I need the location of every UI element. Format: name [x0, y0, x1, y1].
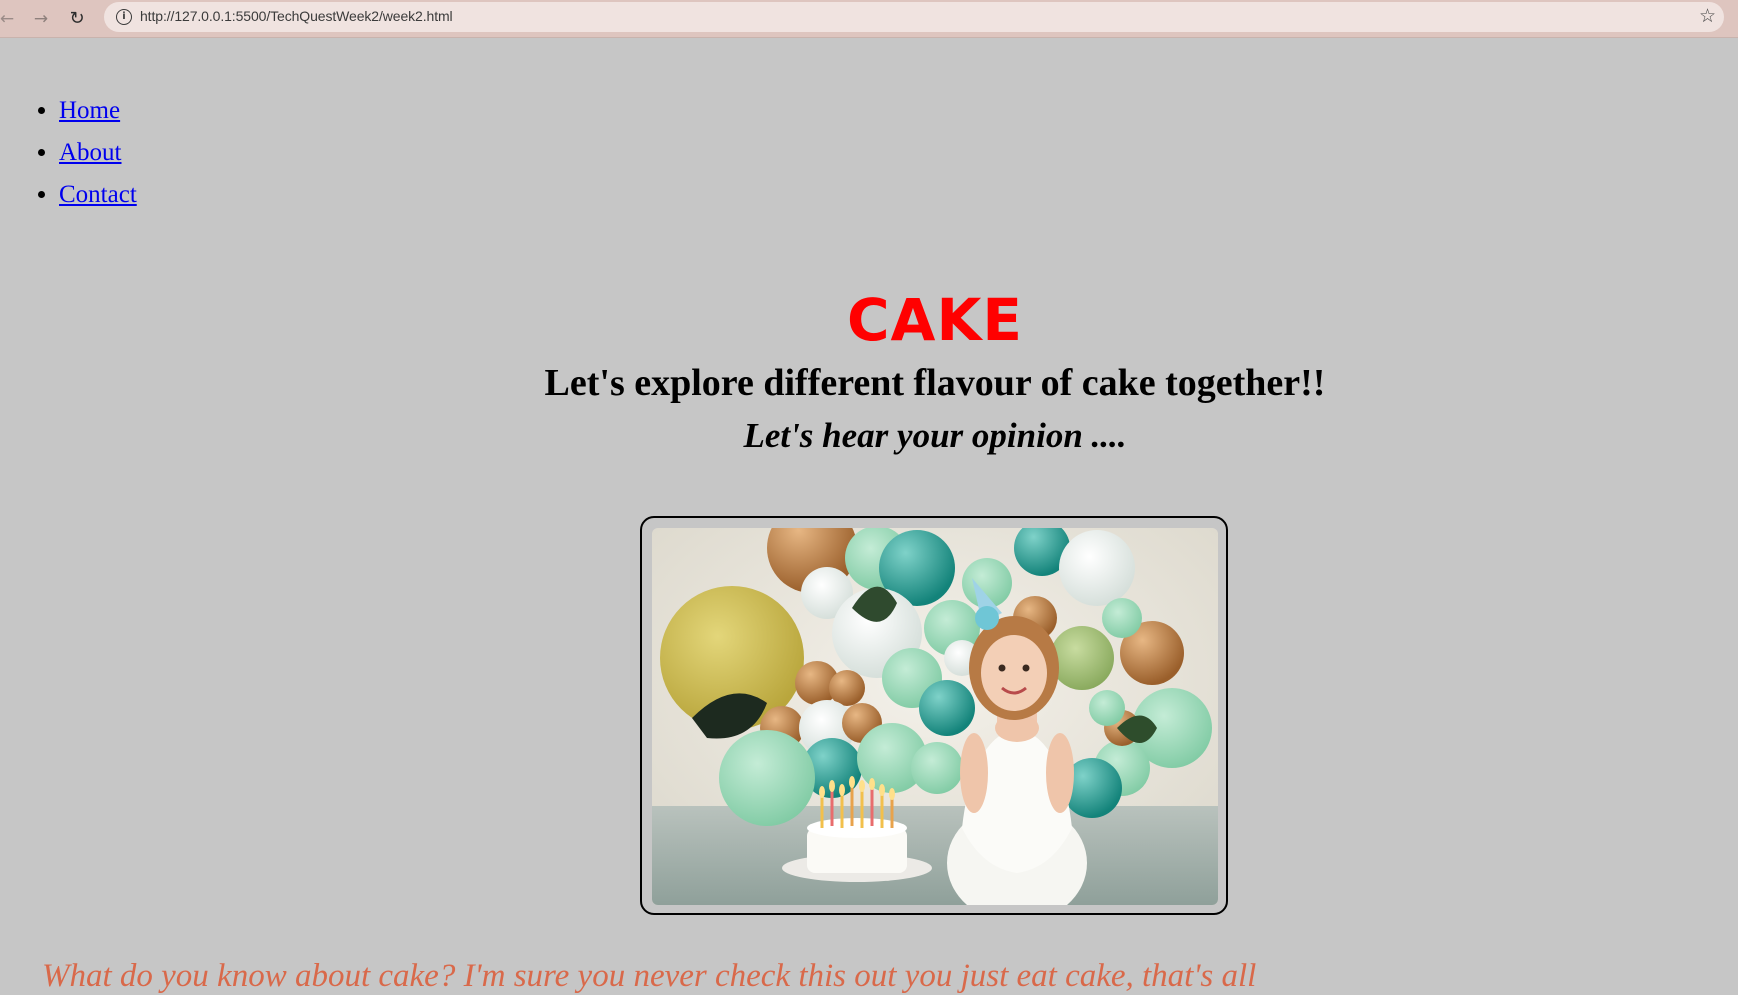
nav-link-contact[interactable]: Contact: [59, 181, 137, 208]
url-text[interactable]: http://127.0.0.1:5500/TechQuestWeek2/wee…: [140, 8, 453, 24]
page-subtitle: Let's explore different flavour of cake …: [544, 362, 1326, 404]
nav-item-about: About: [59, 136, 137, 178]
nav-link-about[interactable]: About: [59, 139, 122, 166]
page-title: CAKE: [846, 286, 1024, 354]
info-icon[interactable]: i: [116, 9, 132, 25]
page-tagline: Let's hear your opinion ....: [743, 416, 1127, 455]
back-arrow-icon[interactable]: ←: [0, 6, 20, 32]
address-bar[interactable]: i http://127.0.0.1:5500/TechQuestWeek2/w…: [104, 2, 1724, 32]
nav-item-home: Home: [59, 94, 137, 136]
birthday-girl-photo: [652, 528, 1218, 905]
browser-toolbar: ← → ↻ i http://127.0.0.1:5500/TechQuestW…: [0, 0, 1738, 38]
reload-icon[interactable]: ↻: [64, 6, 90, 32]
forward-arrow-icon[interactable]: →: [28, 6, 54, 32]
nav-menu: Home About Contact: [0, 94, 137, 220]
photo-frame: [640, 516, 1228, 915]
page-content: Home About Contact CAKE Let's explore di…: [0, 38, 1738, 994]
bookmark-star-icon[interactable]: ☆: [1699, 5, 1716, 27]
nav-item-contact: Contact: [59, 178, 137, 220]
nav-link-home[interactable]: Home: [59, 97, 120, 124]
intro-paragraph: What do you know about cake? I'm sure yo…: [42, 958, 1257, 994]
